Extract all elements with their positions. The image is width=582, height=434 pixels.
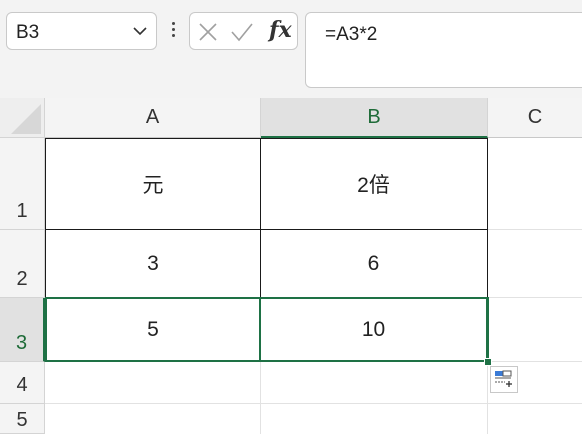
fill-handle[interactable] (484, 358, 492, 366)
cell-b4[interactable] (261, 362, 488, 404)
select-all-corner[interactable] (0, 98, 45, 138)
cell-b2[interactable]: 6 (260, 230, 488, 298)
x-icon[interactable] (198, 22, 218, 42)
formula-text: =A3*2 (325, 24, 378, 45)
row-header-4[interactable]: 4 (0, 362, 45, 404)
quick-analysis-icon[interactable] (490, 366, 518, 393)
cell-b5[interactable] (261, 404, 488, 434)
cell-a5[interactable] (45, 404, 261, 434)
cell-c3[interactable] (488, 298, 582, 362)
cell-a1[interactable]: 元 (45, 138, 261, 230)
cell-c5[interactable] (488, 404, 582, 434)
cell-a4[interactable] (45, 362, 261, 404)
cell-c2[interactable] (488, 230, 582, 298)
spreadsheet-grid: A B C 1 2 3 4 5 元 2倍 3 6 5 10 (0, 98, 582, 434)
column-header-b[interactable]: B (261, 98, 488, 138)
formula-bar-area: B3 fx =A3*2 (0, 0, 582, 98)
cell-b3[interactable]: 10 (260, 298, 488, 362)
formula-input[interactable]: =A3*2 (305, 12, 582, 88)
checkmark-icon[interactable] (230, 21, 254, 43)
column-header-c[interactable]: C (488, 98, 582, 138)
cell-b1[interactable]: 2倍 (260, 138, 488, 230)
name-box-value: B3 (16, 22, 40, 43)
formula-buttons: fx (189, 12, 298, 50)
chevron-down-icon[interactable] (132, 23, 148, 39)
cell-c1[interactable] (488, 138, 582, 230)
row-header-3[interactable]: 3 (0, 298, 45, 362)
row-header-5[interactable]: 5 (0, 404, 45, 434)
cell-a3[interactable]: 5 (45, 298, 261, 362)
row-header-2[interactable]: 2 (0, 230, 45, 298)
column-header-a[interactable]: A (45, 98, 261, 138)
cell-a2[interactable]: 3 (45, 230, 261, 298)
insert-function-button[interactable]: fx (269, 17, 292, 43)
vertical-ellipsis-icon[interactable] (169, 22, 177, 42)
name-box[interactable]: B3 (6, 12, 157, 50)
row-header-1[interactable]: 1 (0, 138, 45, 230)
